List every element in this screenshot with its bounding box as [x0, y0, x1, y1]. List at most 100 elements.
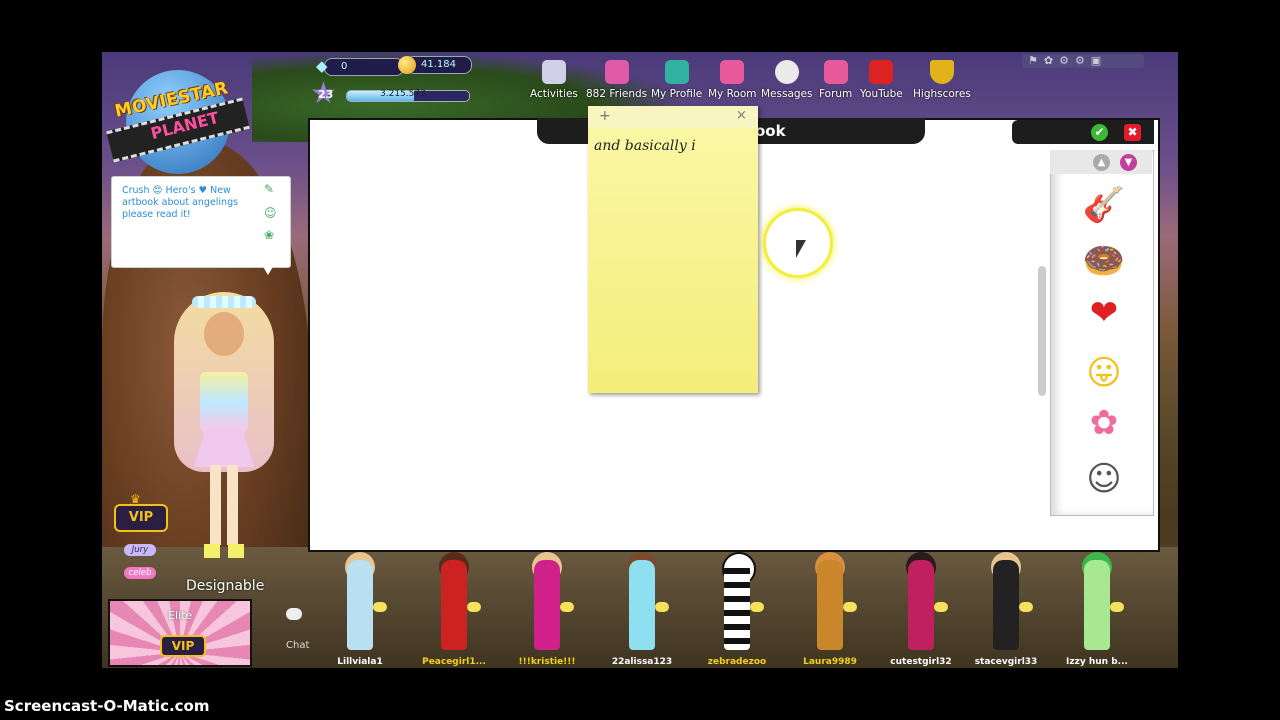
avatar-body: [724, 560, 750, 650]
elite-label: Elite: [168, 609, 193, 622]
mood-icon[interactable]: ☺: [264, 206, 278, 220]
confirm-button[interactable]: ✔: [1091, 124, 1108, 141]
chat-bubble-icon: [750, 602, 764, 612]
nav-label: 882 Friends: [586, 88, 648, 100]
pet-icon[interactable]: ❀: [264, 228, 278, 242]
scroll-down-button[interactable]: ▼: [1120, 154, 1137, 171]
avatar-top: [200, 372, 248, 432]
avatar-body: [1084, 560, 1110, 650]
starcoins-value: 41.184: [421, 59, 456, 70]
chat-bubble-icon: [560, 602, 574, 612]
starcoin-icon: [398, 56, 416, 74]
status-text: Crush 😍 Hero's ♥ New artbook about angel…: [122, 185, 239, 220]
nav-label: My Profile: [651, 88, 703, 100]
sticky-note[interactable]: + × and basically i: [588, 106, 758, 393]
diamonds-counter[interactable]: 0: [324, 58, 404, 76]
avatar-name: Izzy hun b...: [1066, 657, 1128, 667]
fame-value: 3.215.573: [380, 89, 426, 99]
add-note-button[interactable]: +: [599, 108, 611, 124]
avatar-face: [204, 312, 244, 356]
scroll-up-button[interactable]: ▲: [1093, 154, 1110, 171]
diamond-icon: ◆: [316, 57, 328, 75]
friends-icon: [604, 60, 629, 84]
utility-toolbar[interactable]: ⚑✿⚙⚙▣: [1022, 54, 1144, 68]
mouse-cursor-icon: [796, 240, 806, 258]
elite-vip-panel[interactable]: Elite VIP: [108, 599, 252, 667]
room-avatar[interactable]: 22alissa123: [607, 552, 677, 668]
trophy-icon: [929, 60, 954, 84]
room-avatar[interactable]: !!!kristie!!!: [512, 552, 582, 668]
celeb-badge[interactable]: celeb: [124, 567, 156, 579]
nav-label: Activities: [530, 88, 578, 100]
avatar-body: [908, 560, 934, 650]
vertical-scrollbar[interactable]: [1038, 266, 1046, 396]
nav-my-room[interactable]: My Room: [708, 60, 757, 100]
avatar-body: [441, 560, 467, 650]
room-avatar[interactable]: Peacegirl1...: [419, 552, 489, 668]
profile-icon: [664, 60, 689, 84]
player-avatar[interactable]: [174, 282, 274, 572]
chat-bubble-icon: [373, 602, 387, 612]
elite-vip-badge: VIP: [160, 635, 206, 657]
guitar-icon[interactable]: 🎸: [1076, 182, 1132, 228]
tongue-emoji-icon[interactable]: 😛: [1076, 350, 1132, 396]
avatar-name: 22alissa123: [611, 657, 673, 667]
nav-forum[interactable]: Forum: [819, 60, 852, 100]
youtube-icon: [869, 60, 894, 84]
artbook-title: ook: [755, 122, 786, 140]
chat-bubble-icon: [655, 602, 669, 612]
avatar-legs: [210, 465, 238, 545]
flower-icon[interactable]: ✿: [1076, 400, 1132, 446]
avatar-body: [629, 560, 655, 650]
vip-badge[interactable]: VIP: [114, 504, 168, 532]
avatar-shoes: [204, 544, 244, 558]
chat-bubble-icon: [1110, 602, 1124, 612]
chat-bubble-icon: [843, 602, 857, 612]
room-avatar[interactable]: Izzy hun b...: [1062, 552, 1132, 668]
diamonds-value: 0: [341, 61, 348, 72]
level-value: 23: [318, 88, 334, 101]
avatar-name: !!!kristie!!!: [518, 657, 576, 667]
room-avatar[interactable]: Laura9989: [795, 552, 865, 668]
nav-label: My Room: [708, 88, 757, 100]
edit-status-icon[interactable]: ✎: [264, 182, 278, 196]
avatar-flower-crown: [192, 296, 256, 308]
nav-label: Highscores: [913, 88, 971, 100]
chat-bubble-icon[interactable]: [286, 608, 302, 620]
chat-bubble-icon: [934, 602, 948, 612]
designable-label[interactable]: Designable: [186, 578, 264, 594]
room-avatar[interactable]: stacevgirl33: [971, 552, 1041, 668]
messages-icon: [774, 60, 799, 84]
stick-figures-icon[interactable]: ☺: [1076, 456, 1132, 502]
nav-highscores[interactable]: Highscores: [913, 60, 971, 100]
activities-icon: [541, 60, 566, 84]
sticky-note-text[interactable]: and basically i: [594, 138, 696, 154]
nav-friends[interactable]: 882 Friends: [586, 60, 647, 100]
nav-activities[interactable]: Activities: [530, 60, 578, 100]
chat-label[interactable]: Chat: [286, 640, 309, 651]
nav-label: YouTube: [860, 88, 903, 100]
nav-messages[interactable]: Messages: [761, 60, 813, 100]
room-avatar[interactable]: zebradezoo: [702, 552, 772, 668]
jury-badge[interactable]: Jury: [124, 544, 156, 556]
donut-icon[interactable]: 🍩: [1076, 238, 1132, 284]
avatar-body: [534, 560, 560, 650]
nav-youtube[interactable]: YouTube: [860, 60, 903, 100]
watermark-text: Screencast-O-Matic.com: [4, 697, 210, 715]
nav-label: Messages: [761, 88, 813, 100]
forum-icon: [823, 60, 848, 84]
moviestarplanet-logo: MOVIESTAR PLANET: [104, 66, 254, 174]
nav-label: Forum: [819, 88, 853, 100]
bubble-tail: [262, 265, 274, 275]
chat-bubble-icon: [1019, 602, 1033, 612]
sticky-note-header: [588, 106, 758, 128]
nav-my-profile[interactable]: My Profile: [651, 60, 702, 100]
chat-bubble-icon: [467, 602, 481, 612]
avatar-body: [993, 560, 1019, 650]
close-note-button[interactable]: ×: [736, 108, 747, 123]
close-button[interactable]: ✖: [1124, 124, 1141, 141]
avatar-body: [817, 560, 843, 650]
room-avatar[interactable]: Lillviala1: [325, 552, 395, 668]
heart-icon[interactable]: ❤: [1076, 290, 1132, 336]
room-avatar[interactable]: cutestgirl32: [886, 552, 956, 668]
